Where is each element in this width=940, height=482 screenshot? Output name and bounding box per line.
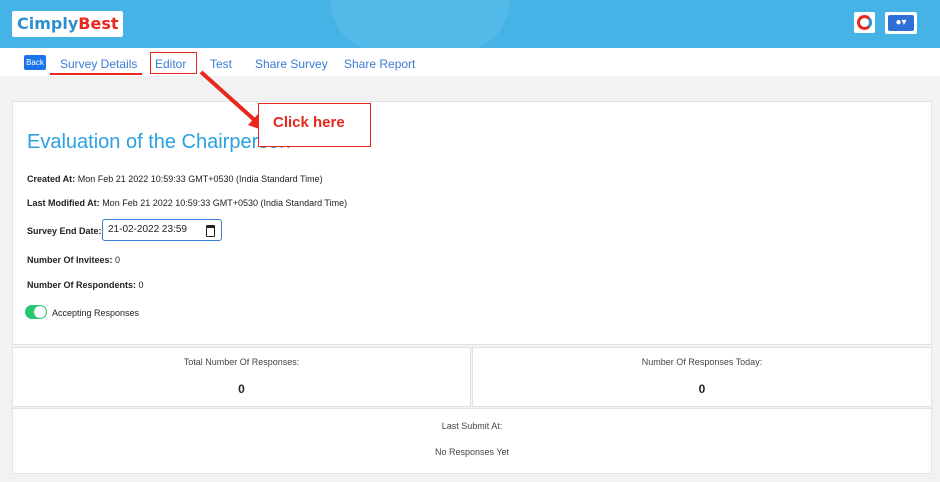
annotation-arrow	[199, 70, 268, 132]
click-here-callout: Click here	[258, 103, 371, 147]
